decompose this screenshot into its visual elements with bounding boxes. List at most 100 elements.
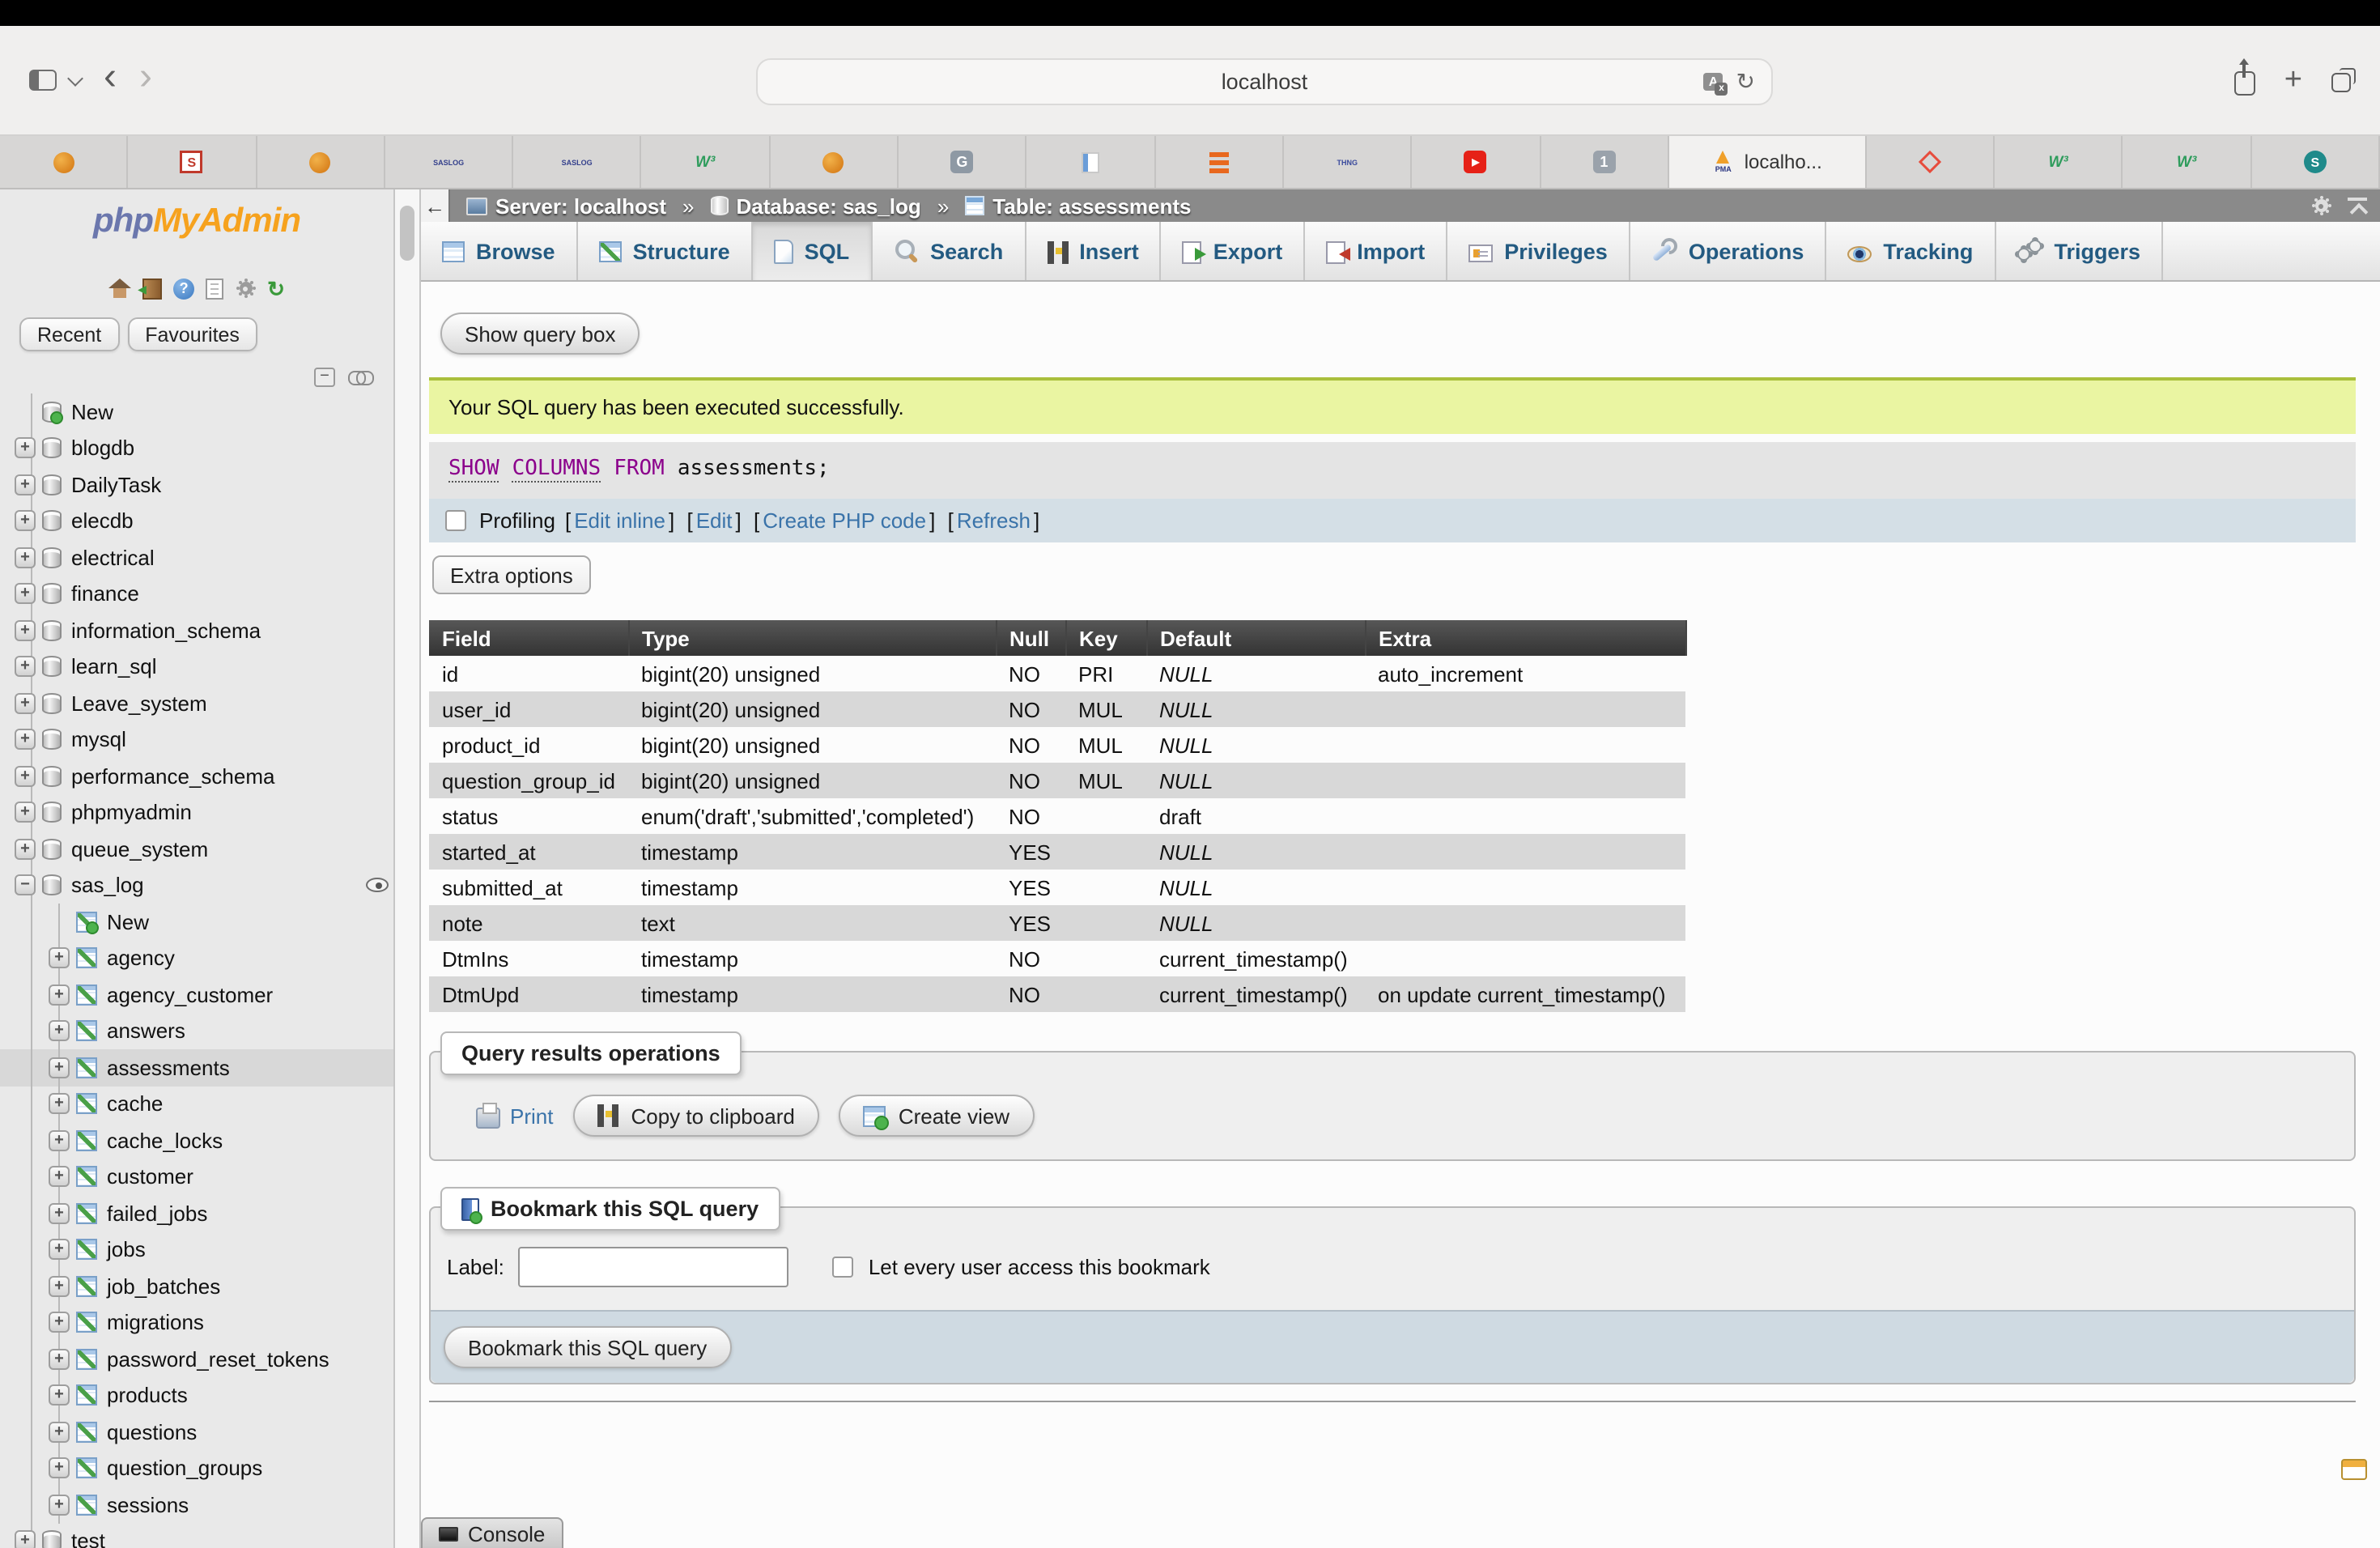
bookmark-access-checkbox[interactable] (833, 1257, 854, 1278)
browser-tab[interactable]: S (2252, 136, 2380, 188)
tree-item-label[interactable]: elecdb (71, 509, 134, 534)
table-tab[interactable]: Insert (1026, 222, 1162, 280)
tree-item[interactable]: assessments (0, 1049, 393, 1086)
tree-expander-icon[interactable] (15, 584, 36, 605)
tree-item[interactable]: products (0, 1377, 393, 1414)
translate-icon[interactable]: A (1704, 73, 1723, 91)
tree-expander-icon[interactable] (15, 729, 36, 751)
tree-item[interactable]: failed_jobs (0, 1195, 393, 1231)
tree-expander-icon[interactable] (49, 985, 70, 1006)
browser-tab[interactable]: W³ (2123, 136, 2252, 188)
tree-item[interactable]: phpmyadmin (0, 794, 393, 831)
settings-gear-icon[interactable] (235, 278, 256, 299)
tree-item[interactable]: New (0, 393, 393, 430)
tree-expander-icon[interactable] (49, 1349, 70, 1370)
breadcrumb-server[interactable]: Server: localhost (466, 194, 666, 218)
tree-item-label[interactable]: learn_sql (71, 655, 157, 679)
tree-item-label[interactable]: test (71, 1529, 105, 1548)
tree-expander-icon[interactable] (49, 1385, 70, 1406)
tree-item[interactable]: DailyTask (0, 466, 393, 503)
profiling-link[interactable]: Refresh (957, 508, 1031, 533)
tree-item[interactable]: queue_system (0, 831, 393, 867)
collapse-all-icon[interactable]: − (314, 368, 335, 387)
tree-item[interactable]: questions (0, 1414, 393, 1450)
help-icon[interactable]: ? (173, 278, 194, 299)
tree-item-label[interactable]: migrations (107, 1311, 204, 1335)
browser-tab[interactable] (0, 136, 129, 188)
page-settings-gear-icon[interactable] (2310, 195, 2331, 216)
browser-tab[interactable]: THNG (1284, 136, 1413, 188)
recent-button[interactable]: Recent (19, 317, 119, 351)
table-tab[interactable]: Search (872, 222, 1026, 280)
browser-tab[interactable]: S (129, 136, 257, 188)
print-link[interactable]: Print (476, 1103, 553, 1129)
tree-expander-icon[interactable] (15, 693, 36, 714)
tree-item[interactable]: blogdb (0, 430, 393, 466)
tree-item[interactable]: agency (0, 940, 393, 976)
sql-keyword[interactable]: COLUMNS (512, 457, 601, 483)
tree-item[interactable]: sas_log (0, 867, 393, 904)
tree-item-label[interactable]: question_groups (107, 1457, 262, 1481)
browser-tab[interactable]: PMA localho... (1669, 136, 1867, 188)
tree-item[interactable]: answers (0, 1013, 393, 1049)
table-tab[interactable]: Browse (421, 222, 578, 280)
tree-expander-icon[interactable] (49, 1057, 70, 1078)
browser-tab[interactable]: SASLOG (513, 136, 642, 188)
profiling-link[interactable]: Edit (696, 508, 733, 533)
tree-expander-icon[interactable] (49, 1167, 70, 1188)
browser-tab[interactable] (1027, 136, 1156, 188)
table-tab[interactable]: Operations (1630, 222, 1827, 280)
tree-item-label[interactable]: Leave_system (71, 691, 207, 716)
tree-item[interactable]: password_reset_tokens (0, 1341, 393, 1377)
tree-item-label[interactable]: answers (107, 1019, 185, 1044)
table-tab[interactable]: Export (1162, 222, 1306, 280)
chevron-down-icon[interactable] (67, 70, 83, 86)
eye-icon[interactable] (366, 878, 389, 893)
refresh-icon[interactable]: ↻ (267, 278, 285, 299)
tree-expander-icon[interactable] (49, 1094, 70, 1115)
tree-item[interactable]: learn_sql (0, 649, 393, 685)
browser-tab[interactable]: W³ (1995, 136, 2123, 188)
tree-item[interactable]: migrations (0, 1304, 393, 1341)
tree-item-label[interactable]: sessions (107, 1493, 189, 1517)
extra-options-button[interactable]: Extra options (432, 555, 591, 594)
tree-item[interactable]: finance (0, 576, 393, 612)
tree-expander-icon[interactable] (49, 1130, 70, 1151)
tree-item[interactable]: test (0, 1523, 393, 1548)
tree-item-label[interactable]: cache_locks (107, 1129, 223, 1153)
forward-button[interactable]: › (139, 57, 152, 96)
tree-item-label[interactable]: questions (107, 1420, 197, 1444)
tree-item-label[interactable]: information_schema (71, 619, 261, 643)
back-arrow-button[interactable]: ← (421, 189, 450, 222)
tree-item[interactable]: job_batches (0, 1268, 393, 1304)
tree-expander-icon[interactable] (49, 1495, 70, 1516)
tree-item[interactable]: cache (0, 1086, 393, 1122)
browser-tab[interactable]: W³ (642, 136, 771, 188)
page-settings-window-icon[interactable] (2341, 1459, 2367, 1480)
documentation-icon[interactable] (206, 278, 223, 299)
profiling-checkbox[interactable] (445, 510, 466, 531)
tree-expander-icon[interactable] (49, 1312, 70, 1333)
tree-item[interactable]: performance_schema (0, 758, 393, 794)
browser-tab[interactable] (1867, 136, 1995, 188)
browser-tab[interactable] (1155, 136, 1284, 188)
tree-expander-icon[interactable] (49, 1422, 70, 1443)
table-tab[interactable]: Triggers (1995, 222, 2163, 280)
bookmark-label-input[interactable] (519, 1247, 789, 1287)
table-tab[interactable]: Tracking (1826, 222, 1995, 280)
browser-tab[interactable]: SASLOG (385, 136, 514, 188)
browser-tab[interactable] (771, 136, 899, 188)
tree-item-label[interactable]: failed_jobs (107, 1201, 207, 1226)
tree-item-label[interactable]: jobs (107, 1238, 146, 1262)
tree-item[interactable]: customer (0, 1159, 393, 1195)
new-tab-icon[interactable]: + (2284, 62, 2302, 98)
tree-expander-icon[interactable] (15, 620, 36, 641)
scroll-top-icon[interactable] (2348, 197, 2367, 215)
tree-item-label[interactable]: electrical (71, 546, 155, 570)
table-tab[interactable]: SQL (753, 222, 873, 280)
tree-expander-icon[interactable] (15, 802, 36, 823)
show-query-box-button[interactable]: Show query box (440, 313, 640, 355)
tree-item-label[interactable]: queue_system (71, 837, 208, 861)
tree-expander-icon[interactable] (15, 1531, 36, 1548)
tree-item[interactable]: Leave_system (0, 685, 393, 721)
